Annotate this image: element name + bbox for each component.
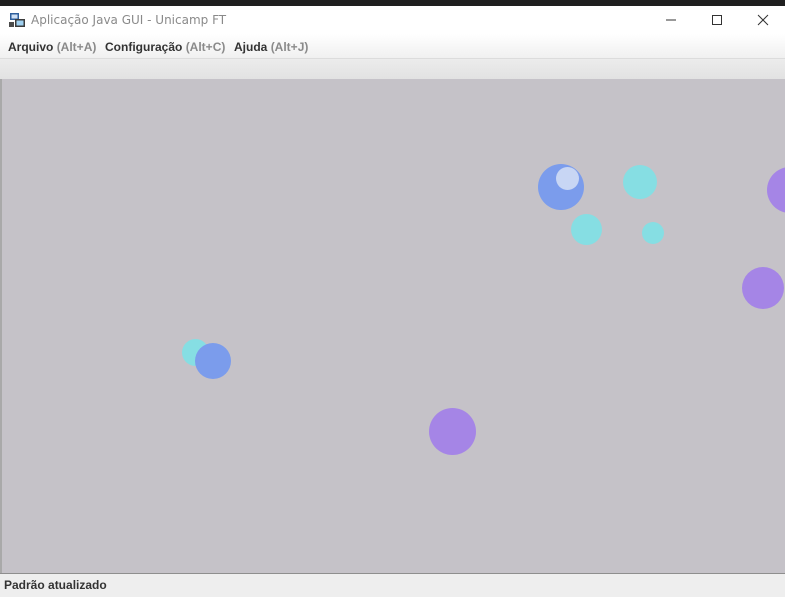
java-app-icon (9, 12, 26, 28)
ball-cyan (571, 214, 602, 245)
menu-arquivo-label: Arquivo (8, 40, 54, 54)
menu-ajuda-label: Ajuda (234, 40, 268, 54)
title-bar[interactable]: Aplicação Java GUI - Unicamp FT (0, 6, 785, 34)
menu-bar: Arquivo (Alt+A) Configuração (Alt+C) Aju… (0, 34, 785, 58)
menu-configuracao-label: Configuração (105, 40, 183, 54)
ball-blue (195, 343, 231, 379)
drawing-canvas[interactable] (2, 79, 785, 573)
ball-cyan-small (642, 222, 664, 244)
menu-configuracao-shortcut: (Alt+C) (185, 40, 226, 54)
status-text: Padrão atualizado (4, 578, 107, 592)
menu-ajuda-shortcut: (Alt+J) (270, 40, 309, 54)
menu-arquivo[interactable]: Arquivo (Alt+A) (8, 40, 96, 54)
menu-ajuda[interactable]: Ajuda (Alt+J) (234, 40, 308, 54)
ball-purple (767, 167, 785, 213)
status-bar: Padrão atualizado (0, 573, 785, 597)
maximize-button[interactable] (694, 6, 740, 34)
menu-arquivo-shortcut: (Alt+A) (56, 40, 97, 54)
menu-configuracao[interactable]: Configuração (Alt+C) (105, 40, 225, 54)
window-title: Aplicação Java GUI - Unicamp FT (31, 13, 227, 27)
ball-cyan (623, 165, 657, 199)
ball-purple (429, 408, 476, 455)
minimize-button[interactable] (648, 6, 694, 34)
minimize-icon (666, 19, 676, 21)
maximize-icon (712, 15, 722, 25)
ball-light (556, 167, 579, 190)
application-window: Aplicação Java GUI - Unicamp FT Arquivo … (0, 6, 785, 597)
close-icon (757, 14, 769, 26)
ball-purple (742, 267, 784, 309)
toolbar (0, 58, 785, 79)
close-button[interactable] (740, 6, 785, 34)
